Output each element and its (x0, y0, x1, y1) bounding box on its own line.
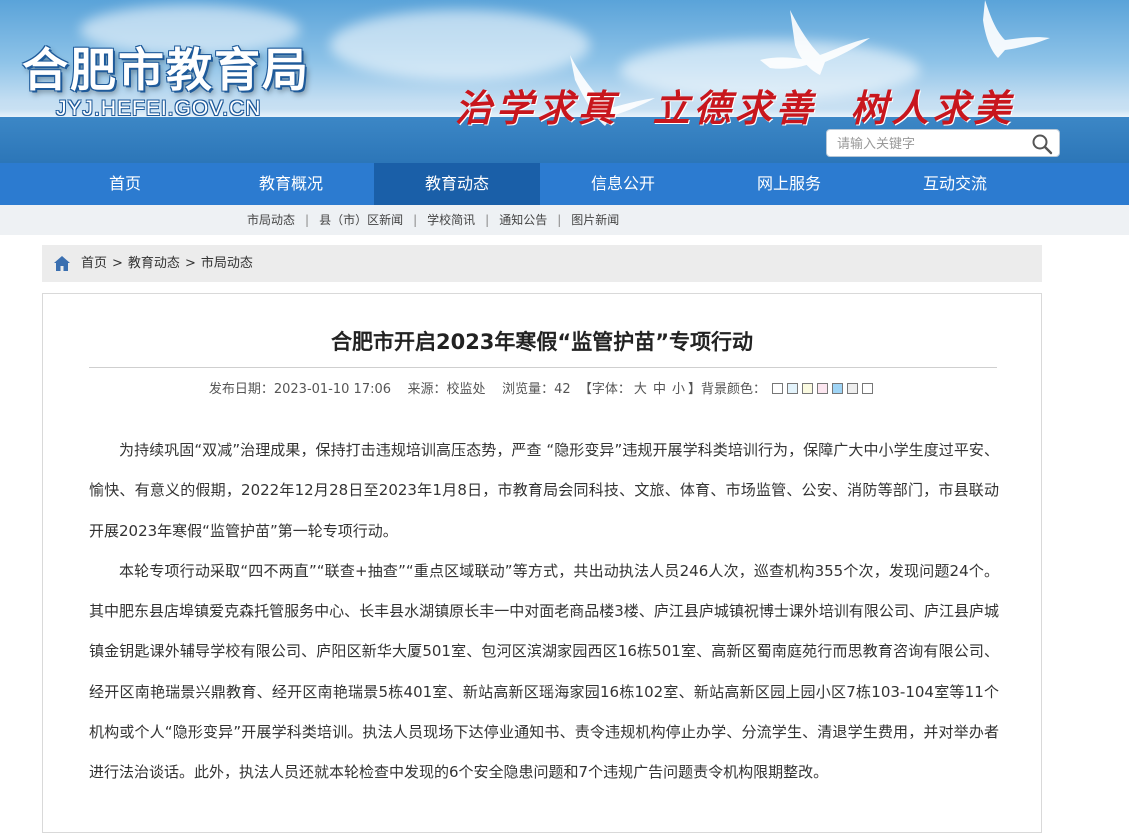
subnav-separator: | (485, 213, 490, 227)
breadcrumb-item-news[interactable]: 教育动态 (128, 256, 180, 271)
article-paragraph: 本轮专项行动采取“四不两直”“联查+抽查”“重点区域联动”等方式，共出动执法人员… (89, 561, 999, 782)
subnav-item-city-news[interactable]: 市局动态 (247, 213, 295, 227)
subnav-item-notices[interactable]: 通知公告 (499, 213, 547, 227)
subnav-item-school-briefs[interactable]: 学校简讯 (427, 213, 475, 227)
background-color-swatch[interactable] (772, 383, 784, 394)
article-meta: 发布日期：2023-01-10 17:06 来源：校监处 浏览量：42 【字体：… (43, 378, 1041, 397)
background-color-swatch[interactable] (832, 383, 844, 394)
site-title[interactable]: 合肥市教育局 (22, 34, 310, 100)
sub-nav-list: 市局动态 | 县（市）区新闻 | 学校简讯 | 通知公告 | 图片新闻 (247, 205, 619, 235)
font-size-label: 【字体： (578, 382, 631, 397)
article-paragraph: 为持续巩固“双减”治理成果，保持打击违规培训高压态势，严查 “隐形变异”违规开展… (89, 441, 999, 540)
title-divider (89, 367, 997, 368)
subnav-separator: | (305, 213, 310, 227)
subnav-separator: | (413, 213, 418, 227)
view-count: 浏览量：42 (502, 382, 571, 397)
nav-item-services[interactable]: 网上服务 (706, 163, 872, 205)
site-slogan: 治学求真 立德求善 树人求美 (455, 86, 1015, 130)
article-container: 合肥市开启2023年寒假“监管护苗”专项行动 发布日期：2023-01-10 1… (42, 293, 1042, 833)
breadcrumb-trail: 首页 > 教育动态 > 市局动态 (81, 245, 253, 282)
home-icon (54, 256, 70, 271)
article-title: 合肥市开启2023年寒假“监管护苗”专项行动 (330, 330, 754, 354)
breadcrumb: 首页 > 教育动态 > 市局动态 (42, 245, 1042, 282)
nav-item-news[interactable]: 教育动态 (374, 163, 540, 205)
publish-date: 发布日期：2023-01-10 17:06 (208, 382, 392, 397)
nav-item-interaction[interactable]: 互动交流 (872, 163, 1038, 205)
header-banner: 合肥市教育局 JYJ.HEFEI.GOV.CN 治学求真 立德求善 树人求美 (0, 0, 1129, 163)
nav-item-home[interactable]: 首页 (42, 163, 208, 205)
breadcrumb-item-city-news[interactable]: 市局动态 (201, 256, 253, 271)
background-color-swatch[interactable] (787, 383, 799, 394)
font-size-large-button[interactable]: 大 (631, 382, 650, 397)
breadcrumb-separator: > (112, 256, 123, 271)
font-size-small-button[interactable]: 小 (669, 382, 688, 397)
subnav-separator: | (557, 213, 562, 227)
nav-item-disclosure[interactable]: 信息公开 (540, 163, 706, 205)
search-input[interactable] (835, 133, 1019, 155)
site-url: JYJ.HEFEI.GOV.CN (56, 97, 262, 120)
background-color-swatch[interactable] (862, 383, 874, 394)
subnav-item-county-news[interactable]: 县（市）区新闻 (319, 213, 403, 227)
nav-item-overview[interactable]: 教育概况 (208, 163, 374, 205)
breadcrumb-item-home[interactable]: 首页 (81, 256, 107, 271)
background-color-swatches (770, 382, 875, 397)
sub-nav: 市局动态 | 县（市）区新闻 | 学校简讯 | 通知公告 | 图片新闻 (0, 205, 1129, 235)
font-size-bracket: 】 (687, 382, 701, 397)
search-box (826, 129, 1060, 157)
background-color-swatch[interactable] (847, 383, 859, 394)
background-color-swatch[interactable] (802, 383, 814, 394)
search-icon[interactable] (1031, 133, 1053, 155)
main-nav: 首页 教育概况 教育动态 信息公开 网上服务 互动交流 (0, 163, 1129, 205)
breadcrumb-separator: > (184, 256, 196, 271)
article-source: 来源：校监处 (407, 382, 486, 397)
subnav-item-photo-news[interactable]: 图片新闻 (571, 213, 619, 227)
background-color-label: 背景颜色： (700, 382, 766, 397)
font-size-medium-button[interactable]: 中 (650, 382, 669, 397)
background-color-swatch[interactable] (817, 383, 829, 394)
article-body: 为持续巩固“双减”治理成果，保持打击违规培训高压态势，严查 “隐形变异”违规开展… (89, 430, 999, 793)
